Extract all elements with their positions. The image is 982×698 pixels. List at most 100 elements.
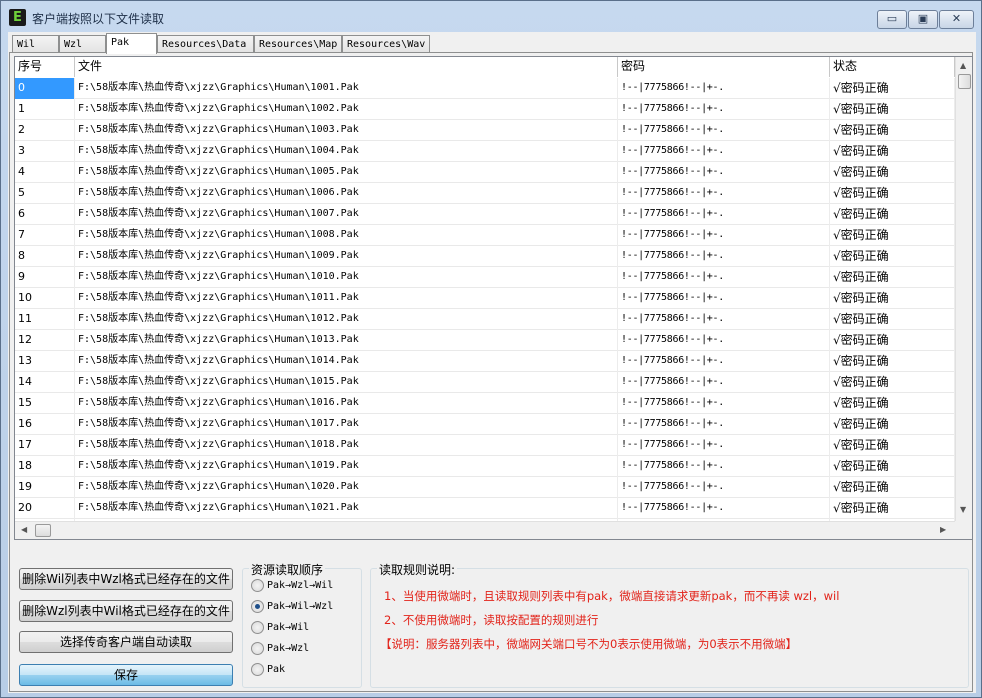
- cell-file[interactable]: F:\58版本库\热血传奇\xjzz\Graphics\Human\1011.P…: [75, 288, 618, 309]
- cell-index[interactable]: 17: [15, 435, 75, 456]
- cell-status[interactable]: √密码正确: [830, 288, 955, 309]
- table-row[interactable]: 19 F:\58版本库\热血传奇\xjzz\Graphics\Human\1020…: [15, 477, 955, 498]
- cell-index[interactable]: 11: [15, 309, 75, 330]
- cell-file[interactable]: F:\58版本库\热血传奇\xjzz\Graphics\Human\1004.P…: [75, 141, 618, 162]
- scroll-left-icon[interactable]: ◀: [21, 525, 27, 534]
- radio-button[interactable]: [251, 621, 264, 634]
- cell-file[interactable]: F:\58版本库\热血传奇\xjzz\Graphics\Human\1010.P…: [75, 267, 618, 288]
- cell-password[interactable]: !--|7775866!--|+-.: [618, 267, 830, 288]
- table-row[interactable]: 6 F:\58版本库\热血传奇\xjzz\Graphics\Human\1007.…: [15, 204, 955, 225]
- cell-index[interactable]: 13: [15, 351, 75, 372]
- cell-status[interactable]: √密码正确: [830, 246, 955, 267]
- cell-status[interactable]: √密码正确: [830, 204, 955, 225]
- cell-file[interactable]: F:\58版本库\热血传奇\xjzz\Graphics\Human\1016.P…: [75, 393, 618, 414]
- tab-wzl[interactable]: Wzl: [59, 35, 106, 53]
- cell-password[interactable]: !--|7775866!--|+-.: [618, 120, 830, 141]
- cell-file[interactable]: F:\58版本库\热血传奇\xjzz\Graphics\Human\1002.P…: [75, 99, 618, 120]
- cell-status[interactable]: √密码正确: [830, 456, 955, 477]
- table-row[interactable]: 17 F:\58版本库\热血传奇\xjzz\Graphics\Human\1018…: [15, 435, 955, 456]
- cell-file[interactable]: F:\58版本库\热血传奇\xjzz\Graphics\Human\1015.P…: [75, 372, 618, 393]
- table-row[interactable]: 16 F:\58版本库\热血传奇\xjzz\Graphics\Human\1017…: [15, 414, 955, 435]
- cell-file[interactable]: F:\58版本库\热血传奇\xjzz\Graphics\Human\1008.P…: [75, 225, 618, 246]
- cell-file[interactable]: F:\58版本库\热血传奇\xjzz\Graphics\Human\1013.P…: [75, 330, 618, 351]
- save-button[interactable]: 保存: [19, 664, 233, 686]
- cell-index[interactable]: 8: [15, 246, 75, 267]
- cell-index[interactable]: 5: [15, 183, 75, 204]
- table-row[interactable]: 1 F:\58版本库\热血传奇\xjzz\Graphics\Human\1002.…: [15, 99, 955, 120]
- column-header-status[interactable]: 状态: [830, 57, 955, 77]
- cell-index[interactable]: 1: [15, 99, 75, 120]
- cell-status[interactable]: √密码正确: [830, 498, 955, 519]
- tab-resources-map[interactable]: Resources\Map: [254, 35, 342, 53]
- cell-file[interactable]: F:\58版本库\热血传奇\xjzz\Graphics\Human\1018.P…: [75, 435, 618, 456]
- table-row[interactable]: 11 F:\58版本库\热血传奇\xjzz\Graphics\Human\1012…: [15, 309, 955, 330]
- cell-file[interactable]: F:\58版本库\热血传奇\xjzz\Graphics\Human\1012.P…: [75, 309, 618, 330]
- cell-index[interactable]: 3: [15, 141, 75, 162]
- cell-index[interactable]: 6: [15, 204, 75, 225]
- maximize-button[interactable]: ▣: [908, 10, 938, 29]
- delete-wzl-duplicates-button[interactable]: 删除Wzl列表中Wil格式已经存在的文件: [19, 600, 233, 622]
- cell-password[interactable]: !--|7775866!--|+-.: [618, 288, 830, 309]
- cell-status[interactable]: √密码正确: [830, 309, 955, 330]
- cell-index[interactable]: 0: [15, 78, 75, 99]
- cell-password[interactable]: !--|7775866!--|+-.: [618, 162, 830, 183]
- tab-wil[interactable]: Wil: [12, 35, 59, 53]
- close-button[interactable]: ✕: [939, 10, 974, 29]
- column-header-index[interactable]: 序号: [15, 57, 75, 77]
- cell-file[interactable]: F:\58版本库\热血传奇\xjzz\Graphics\Human\1006.P…: [75, 183, 618, 204]
- delete-wil-duplicates-button[interactable]: 删除Wil列表中Wzl格式已经存在的文件: [19, 568, 233, 590]
- scroll-right-icon[interactable]: ▶: [940, 525, 946, 534]
- cell-file[interactable]: F:\58版本库\热血传奇\xjzz\Graphics\Human\1003.P…: [75, 120, 618, 141]
- cell-file[interactable]: F:\58版本库\热血传奇\xjzz\Graphics\Human\1019.P…: [75, 456, 618, 477]
- cell-password[interactable]: !--|7775866!--|+-.: [618, 393, 830, 414]
- cell-password[interactable]: !--|7775866!--|+-.: [618, 99, 830, 120]
- table-row[interactable]: 0 F:\58版本库\热血传奇\xjzz\Graphics\Human\1001.…: [15, 78, 955, 99]
- table-row[interactable]: 15 F:\58版本库\热血传奇\xjzz\Graphics\Human\1016…: [15, 393, 955, 414]
- cell-password[interactable]: !--|7775866!--|+-.: [618, 414, 830, 435]
- cell-password[interactable]: !--|7775866!--|+-.: [618, 456, 830, 477]
- table-row[interactable]: 14 F:\58版本库\热血传奇\xjzz\Graphics\Human\1015…: [15, 372, 955, 393]
- cell-status[interactable]: √密码正确: [830, 414, 955, 435]
- horizontal-scrollbar[interactable]: ◀ ▶: [15, 521, 955, 539]
- auto-read-client-button[interactable]: 选择传奇客户端自动读取: [19, 631, 233, 653]
- cell-index[interactable]: 18: [15, 456, 75, 477]
- cell-index[interactable]: 16: [15, 414, 75, 435]
- cell-index[interactable]: 19: [15, 477, 75, 498]
- cell-password[interactable]: !--|7775866!--|+-.: [618, 477, 830, 498]
- radio-button[interactable]: [251, 579, 264, 592]
- cell-file[interactable]: F:\58版本库\热血传奇\xjzz\Graphics\Human\1020.P…: [75, 477, 618, 498]
- table-row[interactable]: 18 F:\58版本库\热血传奇\xjzz\Graphics\Human\1019…: [15, 456, 955, 477]
- cell-status[interactable]: √密码正确: [830, 141, 955, 162]
- cell-password[interactable]: !--|7775866!--|+-.: [618, 204, 830, 225]
- title-bar[interactable]: E 客户端按照以下文件读取 ▭ ▣ ✕: [1, 1, 981, 31]
- cell-index[interactable]: 9: [15, 267, 75, 288]
- cell-file[interactable]: F:\58版本库\热血传奇\xjzz\Graphics\Human\1014.P…: [75, 351, 618, 372]
- cell-password[interactable]: !--|7775866!--|+-.: [618, 225, 830, 246]
- cell-index[interactable]: 20: [15, 498, 75, 519]
- scroll-up-icon[interactable]: ▲: [960, 61, 966, 70]
- cell-password[interactable]: !--|7775866!--|+-.: [618, 351, 830, 372]
- tab-resources-data[interactable]: Resources\Data: [157, 35, 254, 53]
- cell-status[interactable]: √密码正确: [830, 372, 955, 393]
- column-header-file[interactable]: 文件: [75, 57, 618, 77]
- table-row[interactable]: 10 F:\58版本库\热血传奇\xjzz\Graphics\Human\1011…: [15, 288, 955, 309]
- table-row[interactable]: 20 F:\58版本库\热血传奇\xjzz\Graphics\Human\1021…: [15, 498, 955, 519]
- table-row[interactable]: 2 F:\58版本库\热血传奇\xjzz\Graphics\Human\1003.…: [15, 120, 955, 141]
- vertical-scroll-thumb[interactable]: [958, 74, 971, 89]
- file-grid[interactable]: 序号 文件 密码 状态 0 F:\58版本库\热血传奇\xjzz\Graphics…: [14, 56, 973, 540]
- cell-status[interactable]: √密码正确: [830, 351, 955, 372]
- radio-button[interactable]: [251, 642, 264, 655]
- cell-file[interactable]: F:\58版本库\热血传奇\xjzz\Graphics\Human\1007.P…: [75, 204, 618, 225]
- cell-status[interactable]: √密码正确: [830, 78, 955, 99]
- cell-password[interactable]: !--|7775866!--|+-.: [618, 372, 830, 393]
- radio-button[interactable]: [251, 663, 264, 676]
- scroll-down-icon[interactable]: ▼: [960, 505, 966, 514]
- radio-button[interactable]: [251, 600, 264, 613]
- minimize-button[interactable]: ▭: [877, 10, 907, 29]
- cell-index[interactable]: 2: [15, 120, 75, 141]
- column-header-password[interactable]: 密码: [618, 57, 830, 77]
- cell-index[interactable]: 15: [15, 393, 75, 414]
- cell-status[interactable]: √密码正确: [830, 330, 955, 351]
- cell-status[interactable]: √密码正确: [830, 99, 955, 120]
- tab-resources-wav[interactable]: Resources\Wav: [342, 35, 430, 53]
